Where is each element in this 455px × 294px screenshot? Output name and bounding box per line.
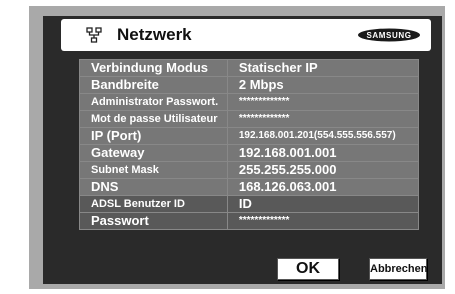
settings-row[interactable]: Verbindung Modus Statischer IP <box>79 59 420 77</box>
setting-label: Bandbreite <box>79 76 228 94</box>
settings-row[interactable]: DNS 168.126.063.001 <box>79 178 420 196</box>
window-title: Netzwerk <box>117 25 192 44</box>
settings-row[interactable]: Bandbreite 2 Mbps <box>79 76 420 94</box>
setting-value[interactable]: 192.168.001.001 <box>226 144 420 162</box>
setting-label: ADSL Benutzer ID <box>79 195 228 213</box>
setting-value[interactable]: 192.168.001.201(554.555.556.557) <box>226 127 420 145</box>
setting-value[interactable]: 168.126.063.001 <box>226 178 420 196</box>
cancel-button[interactable]: Abbrechen <box>369 258 427 280</box>
setting-label: Subnet Mask <box>79 161 228 179</box>
settings-row[interactable]: Passwort ************* <box>79 212 420 230</box>
ok-button[interactable]: OK <box>277 258 339 280</box>
setting-value[interactable]: Statischer IP <box>226 59 420 77</box>
samsung-logo: SAMSUNG <box>358 28 420 42</box>
settings-row[interactable]: Mot de passe Utilisateur ************* <box>79 110 420 128</box>
setting-label: Verbindung Modus <box>79 59 228 77</box>
setting-label: Passwort <box>79 212 228 230</box>
settings-row[interactable]: Administrator Passwort. ************* <box>79 93 420 111</box>
setting-value[interactable]: ID <box>226 195 420 213</box>
setting-label: Administrator Passwort. <box>79 93 228 111</box>
settings-row[interactable]: Subnet Mask 255.255.255.000 <box>79 161 420 179</box>
settings-row[interactable]: ADSL Benutzer ID ID <box>79 195 420 213</box>
setting-label: Gateway <box>79 144 228 162</box>
setting-label: Mot de passe Utilisateur <box>79 110 228 128</box>
settings-row[interactable]: IP (Port) 192.168.001.201(554.555.556.557… <box>79 127 420 145</box>
setting-value[interactable]: ************* <box>226 212 420 230</box>
settings-row[interactable]: Gateway 192.168.001.001 <box>79 144 420 162</box>
network-icon <box>86 27 102 43</box>
setting-label: IP (Port) <box>79 127 228 145</box>
setting-value[interactable]: 255.255.255.000 <box>226 161 420 179</box>
setting-value[interactable]: ************* <box>226 110 420 128</box>
setting-value[interactable]: ************* <box>226 93 420 111</box>
setting-label: DNS <box>79 178 228 196</box>
svg-text:SAMSUNG: SAMSUNG <box>366 31 411 40</box>
setting-value[interactable]: 2 Mbps <box>226 76 420 94</box>
settings-table: Verbindung Modus Statischer IP Bandbreite 2… <box>79 59 420 230</box>
